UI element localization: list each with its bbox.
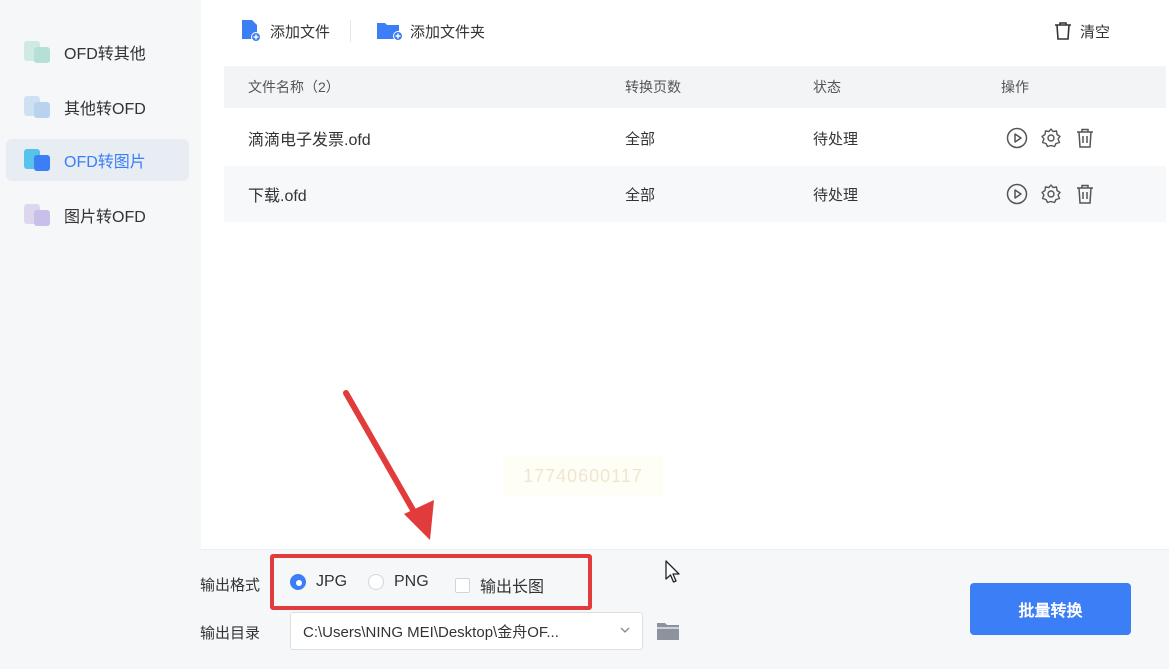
image-convert-icon (24, 147, 52, 173)
add-file-button[interactable]: 添加文件 (240, 18, 330, 44)
sidebar-item-ofd-to-other[interactable]: OFD转其他 (6, 31, 189, 73)
sidebar-item-image-to-ofd[interactable]: 图片转OFD (6, 194, 189, 236)
row-actions (1006, 110, 1096, 166)
output-dir-label: 输出目录 (200, 625, 261, 642)
sidebar-item-label: 其他转OFD (64, 101, 146, 118)
chevron-down-icon (620, 627, 630, 633)
delete-trash-icon[interactable] (1074, 127, 1096, 149)
toolbar-divider (350, 20, 351, 42)
page-range[interactable]: 全部 (625, 166, 655, 222)
checkbox-box (455, 577, 470, 593)
file-name: 滴滴电子发票.ofd (248, 132, 371, 149)
format-jpg-radio[interactable]: JPG (290, 573, 347, 591)
add-folder-button[interactable]: 添加文件夹 (376, 18, 485, 44)
file-name: 下载.ofd (248, 188, 307, 205)
play-icon[interactable] (1006, 127, 1028, 149)
batch-convert-button[interactable]: 批量转换 (970, 583, 1131, 635)
clear-button[interactable]: 清空 (1054, 18, 1110, 44)
sidebar-item-label: OFD转其他 (64, 46, 146, 63)
row-actions (1006, 166, 1096, 222)
folder-icon[interactable] (656, 620, 680, 642)
format-png-label: PNG (394, 573, 429, 590)
format-jpg-label: JPG (316, 573, 348, 590)
add-folder-icon (377, 23, 403, 41)
delete-trash-icon[interactable] (1074, 183, 1096, 205)
file-table-header: 文件名称（2） 转换页数 状态 操作 (224, 66, 1166, 108)
file-status: 待处理 (813, 186, 859, 204)
long-image-checkbox[interactable]: 输出长图 (455, 573, 544, 597)
add-file-icon (242, 20, 261, 42)
output-dir-value: C:\Users\NING MEI\Desktop\金舟OF... (303, 623, 559, 641)
sidebar-item-ofd-to-image[interactable]: OFD转图片 (6, 139, 189, 181)
ofd-convert-icon (24, 39, 52, 65)
sidebar-item-other-to-ofd[interactable]: 其他转OFD (6, 86, 189, 128)
trash-icon (1055, 22, 1071, 40)
image-to-ofd-icon (24, 202, 52, 228)
mouse-cursor-icon (665, 560, 680, 583)
settings-gear-icon[interactable] (1040, 127, 1062, 149)
table-row: 滴滴电子发票.ofd 全部 待处理 (224, 110, 1166, 166)
document-convert-icon (24, 94, 52, 120)
add-file-label: 添加文件 (270, 23, 331, 41)
play-icon[interactable] (1006, 183, 1028, 205)
column-header-status: 状态 (813, 79, 841, 95)
column-header-actions: 操作 (1001, 79, 1029, 95)
radio-dot (368, 574, 384, 590)
output-dir-select[interactable]: C:\Users\NING MEI\Desktop\金舟OF... (290, 612, 643, 650)
sidebar-item-label: OFD转图片 (64, 154, 146, 171)
column-header-pages: 转换页数 (625, 79, 681, 95)
settings-gear-icon[interactable] (1040, 183, 1062, 205)
clear-label: 清空 (1080, 23, 1111, 41)
sidebar: OFD转其他 其他转OFD OFD转图片 图片转OFD (0, 0, 200, 669)
file-status: 待处理 (813, 130, 859, 148)
watermark: 17740600117 (503, 456, 663, 496)
column-header-name: 文件名称（2） (248, 79, 340, 95)
page-range[interactable]: 全部 (625, 110, 655, 166)
output-format-label: 输出格式 (200, 577, 261, 594)
radio-dot (290, 574, 306, 590)
sidebar-item-label: 图片转OFD (64, 209, 146, 226)
table-row: 下载.ofd 全部 待处理 (224, 166, 1166, 222)
long-image-label: 输出长图 (480, 579, 545, 596)
format-png-radio[interactable]: PNG (368, 573, 429, 591)
add-folder-label: 添加文件夹 (410, 23, 486, 41)
